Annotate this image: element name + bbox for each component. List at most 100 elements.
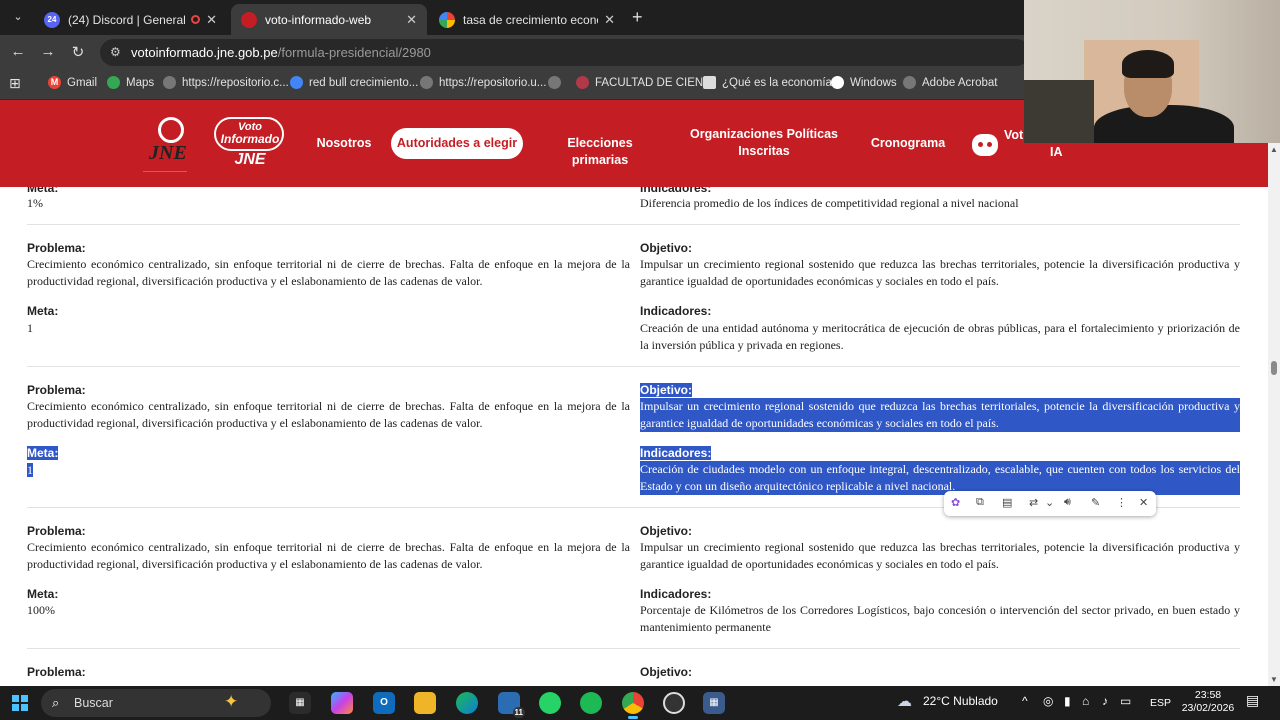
notifications-icon[interactable]: ▤: [1246, 692, 1259, 709]
calculator-icon[interactable]: ▦: [703, 692, 725, 714]
highlight-icon[interactable]: ✎: [1091, 496, 1100, 509]
bookmark-repositorio-u[interactable]: https://repositorio.u...: [420, 76, 546, 89]
nav-elecciones-primarias[interactable]: Elecciones primarias: [540, 135, 660, 169]
site-info-icon[interactable]: ⚙: [110, 45, 121, 59]
outlook-icon[interactable]: O: [373, 692, 395, 714]
close-tab-icon[interactable]: ✕: [406, 12, 417, 28]
document-icon: [703, 76, 716, 89]
google-icon: [439, 11, 455, 28]
objetivo-text: Impulsar un crecimiento regional sosteni…: [640, 540, 1240, 571]
chrome-icon[interactable]: [622, 692, 644, 719]
bookmark-facultad[interactable]: FACULTAD DE CIEN...: [576, 76, 713, 89]
meta-label: Meta:: [27, 587, 59, 601]
maps-icon: [107, 76, 120, 89]
network-icon[interactable]: ⌂: [1082, 694, 1089, 708]
objetivo-label: Objetivo:: [640, 524, 693, 538]
jne-logo[interactable]: JNE ———————————: [143, 115, 205, 173]
forward-icon[interactable]: →: [38, 43, 58, 60]
weather-text[interactable]: 22°C Nublado: [923, 694, 998, 708]
sync-icon[interactable]: ◎: [1043, 694, 1053, 708]
bookmark-adobe-acrobat[interactable]: Adobe Acrobat: [903, 76, 997, 89]
close-tab-icon[interactable]: ✕: [206, 12, 217, 28]
tab-discord[interactable]: 24 (24) Discord | General | IRO ✕: [34, 4, 227, 35]
volume-icon[interactable]: ♪: [1102, 694, 1108, 708]
copy-icon[interactable]: ⧉: [976, 496, 984, 509]
copilot-app-icon[interactable]: [331, 692, 353, 714]
meta-label: Meta:: [27, 187, 59, 195]
objetivo-label: Objetivo:: [640, 665, 693, 679]
mail-icon[interactable]: 11: [498, 692, 525, 718]
nav-organizaciones-politicas[interactable]: Organizaciones Políticas Inscritas: [690, 126, 838, 160]
indicadores-label: Indicadores:: [640, 187, 712, 195]
search-placeholder: Buscar: [74, 696, 113, 710]
new-tab-icon[interactable]: +: [632, 7, 643, 27]
mail-badge: 11: [512, 707, 525, 718]
bookmark-windows[interactable]: Windows: [831, 76, 897, 89]
windows-start-icon[interactable]: [12, 695, 28, 711]
scrollbar-thumb[interactable]: [1271, 361, 1277, 375]
nav-autoridades-a-elegir[interactable]: Autoridades a elegir: [391, 128, 523, 159]
tab-search-dropdown-icon[interactable]: ⌄: [8, 7, 28, 27]
whatsapp-icon[interactable]: [539, 692, 561, 714]
bookmark-que-es-la-economia[interactable]: ¿Qué es la economía?: [703, 76, 838, 89]
show-hidden-icons-icon[interactable]: ^: [1022, 694, 1028, 708]
chevron-down-icon[interactable]: ⌄: [1045, 496, 1054, 509]
address-bar[interactable]: ⚙ votoinformado.jne.gob.pe/formula-presi…: [100, 39, 1030, 66]
summarize-icon[interactable]: ▤: [1002, 496, 1012, 509]
problema-text: Crecimiento económico centralizado, sin …: [27, 540, 630, 571]
cloud-icon: ☁: [897, 693, 912, 710]
selection-quick-actions: ✿ ⧉ ▤ ⇄ ⌄ 🔊︎ ✎ ⋮ ✕: [944, 491, 1156, 516]
bookmark-gmail[interactable]: M Gmail: [48, 76, 97, 89]
objetivo-text: Impulsar un crecimiento regional sosteni…: [640, 257, 1240, 288]
nav-nosotros[interactable]: Nosotros: [312, 135, 376, 152]
close-tab-icon[interactable]: ✕: [604, 12, 615, 28]
robot-icon[interactable]: [972, 134, 998, 156]
page-scrollbar[interactable]: ▲ ▼: [1268, 143, 1280, 686]
clock-date: 23/02/2026: [1181, 702, 1235, 714]
scroll-up-icon[interactable]: ▲: [1270, 145, 1278, 154]
tab-title: tasa de crecimiento economico: [463, 12, 598, 27]
voto-informado-logo[interactable]: Voto Informado JNE: [212, 115, 284, 173]
more-options-icon[interactable]: ⋮: [1116, 496, 1127, 509]
back-icon[interactable]: ←: [8, 43, 28, 60]
university-icon: [576, 76, 589, 89]
indicador-text-selected: Creación de ciudades modelo con un enfoq…: [640, 461, 1240, 495]
tab-google-search[interactable]: tasa de crecimiento economico ✕: [429, 4, 625, 35]
edge-icon[interactable]: [456, 692, 478, 714]
copilot-icon[interactable]: ✿: [951, 496, 960, 509]
usb-icon[interactable]: ▮: [1064, 694, 1071, 708]
problema-text: Crecimiento económico centralizado, sin …: [27, 399, 630, 430]
globe-icon: [903, 76, 916, 89]
plan-de-gobierno-content: Meta: 1% Indicadores: Diferencia promedi…: [0, 187, 1268, 686]
meta-value-selected: 1: [27, 463, 33, 477]
problema-text: Crecimiento económico centralizado, sin …: [27, 257, 630, 288]
nav-cronograma[interactable]: Cronograma: [866, 135, 950, 152]
close-icon[interactable]: ✕: [1139, 496, 1148, 509]
tab-voto-informado[interactable]: voto-informado-web ✕: [231, 4, 427, 35]
translate-icon[interactable]: ⇄: [1029, 496, 1038, 509]
scroll-down-icon[interactable]: ▼: [1270, 675, 1278, 684]
language-indicator[interactable]: ESP: [1150, 697, 1171, 709]
reload-icon[interactable]: ↻: [68, 43, 88, 61]
apps-grid-icon[interactable]: ⊞: [9, 75, 21, 92]
task-view-icon[interactable]: ▦: [289, 692, 311, 714]
logo-line-3: JNE: [234, 151, 266, 168]
bookmark-repositorio-c[interactable]: https://repositorio.c...: [163, 76, 289, 89]
battery-icon[interactable]: ▭: [1120, 694, 1131, 708]
indicador-text: Diferencia promedio de los índices de co…: [640, 196, 1019, 210]
indicador-text: Creación de una entidad autónoma y merit…: [640, 321, 1240, 352]
bookmark-maps[interactable]: Maps: [107, 76, 154, 89]
bookmark-red-bull[interactable]: red bull crecimiento...: [290, 76, 418, 89]
meta-label: Meta:: [27, 304, 59, 318]
tab-title: (24) Discord | General | IRO: [68, 12, 187, 27]
read-aloud-icon[interactable]: 🔊︎: [1064, 496, 1071, 509]
taskbar-search[interactable]: ⌕ Buscar ✦: [41, 689, 271, 717]
obs-icon[interactable]: [663, 692, 685, 714]
problema-label: Problema:: [27, 524, 86, 538]
bookmark-globe[interactable]: [548, 76, 567, 89]
clock[interactable]: 23:58 23/02/2026: [1180, 689, 1236, 715]
meta-value: 1: [27, 321, 33, 335]
file-explorer-icon[interactable]: [414, 692, 436, 714]
spotify-icon[interactable]: [580, 692, 602, 714]
problema-label: Problema:: [27, 241, 86, 255]
